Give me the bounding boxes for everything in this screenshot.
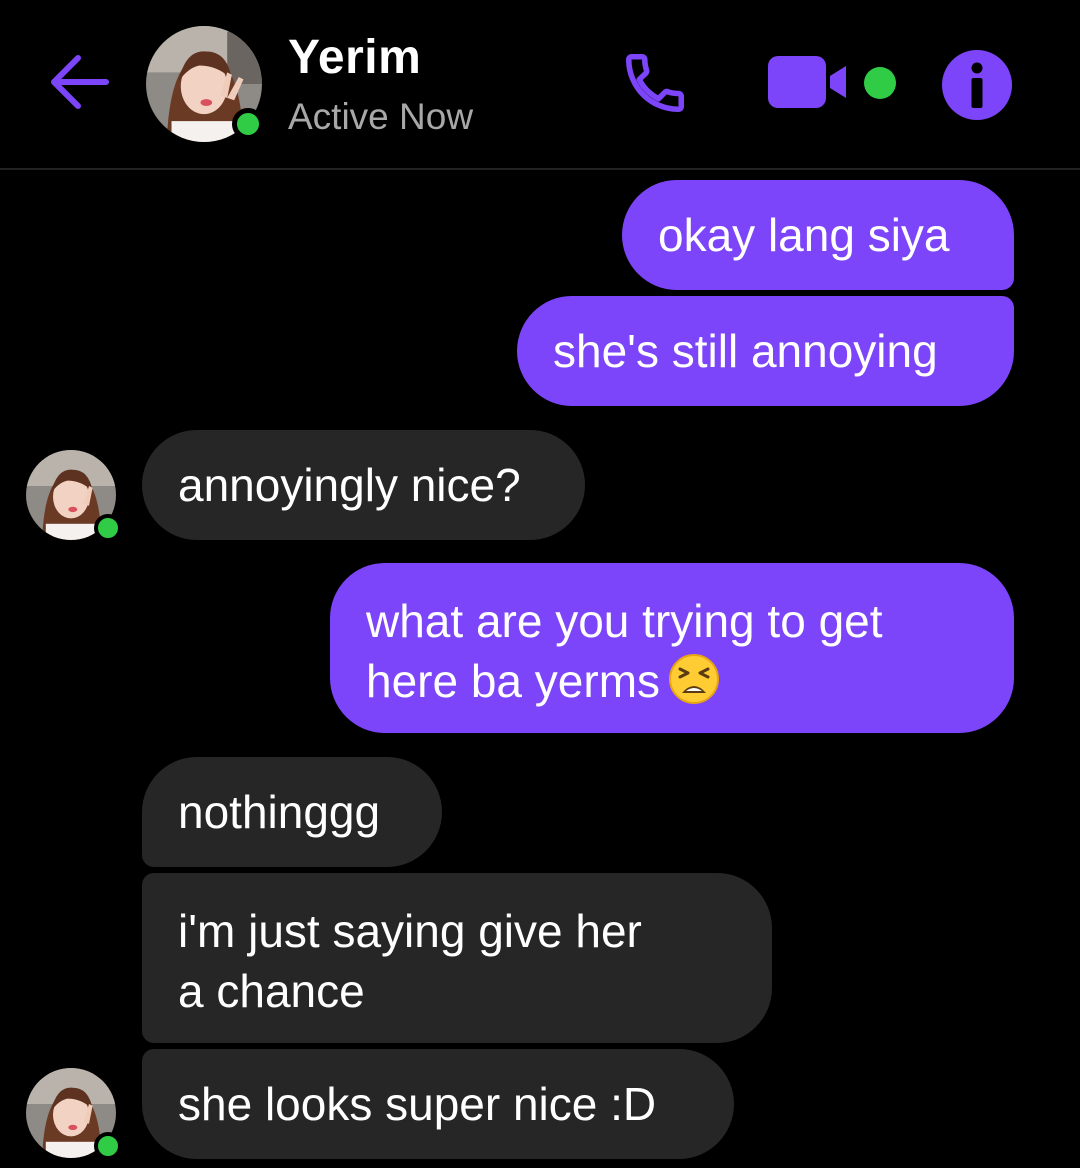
sender-avatar[interactable] <box>26 1068 122 1160</box>
phone-icon <box>625 53 685 113</box>
message-line: a chance <box>178 965 365 1017</box>
message-bubble-sent[interactable]: she's still annoying <box>517 296 1014 406</box>
message-bubble-sent[interactable]: what are you trying to get here ba yerms <box>330 563 1014 733</box>
message-bubble-received[interactable]: nothinggg <box>142 757 442 867</box>
message-bubble-received[interactable]: annoyingly nice? <box>142 430 585 540</box>
back-arrow-icon <box>51 55 109 109</box>
active-status: Active Now <box>288 96 474 137</box>
online-indicator <box>94 1132 122 1160</box>
video-active-dot <box>864 67 896 99</box>
video-camera-icon <box>768 56 846 108</box>
video-call-button[interactable] <box>766 54 858 110</box>
message-line: i'm just saying give her <box>178 905 642 957</box>
conversation-info-button[interactable] <box>940 48 1014 122</box>
voice-call-button[interactable] <box>620 48 690 118</box>
online-indicator <box>232 108 264 140</box>
online-indicator <box>94 514 122 542</box>
info-icon <box>942 50 1012 120</box>
sender-avatar[interactable] <box>26 450 122 542</box>
message-line: what are you trying to get <box>366 595 883 647</box>
message-bubble-received[interactable]: i'm just saying give her a chance <box>142 873 772 1043</box>
message-bubble-received[interactable]: she looks super nice :D <box>142 1049 734 1159</box>
tired-face-emoji-icon <box>669 654 720 704</box>
chat-header: Yerim Active Now <box>0 0 1080 170</box>
contact-name[interactable]: Yerim <box>288 30 421 85</box>
message-bubble-sent[interactable]: okay lang siya <box>622 180 1014 290</box>
contact-avatar[interactable] <box>146 26 264 142</box>
message-line: here ba yerms <box>366 651 1014 711</box>
back-button[interactable] <box>44 50 114 114</box>
